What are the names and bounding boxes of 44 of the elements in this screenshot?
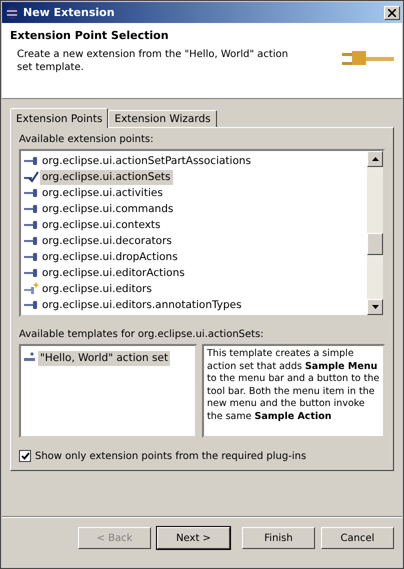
plug-star-icon (23, 282, 39, 296)
plug-icon (23, 268, 39, 278)
template-description: This template creates a simple action set that adds Sample Menu to the menu bar and a button to the tool bar. Both the menu item in the new menu and the button invoke the same Sample Action (202, 344, 385, 438)
page-title: Extension Point Selection (10, 29, 170, 42)
list-item[interactable]: "Hello, World" action set (38, 350, 170, 366)
list-item[interactable]: org.eclipse.ui.editors.annotationTypes (40, 298, 244, 312)
tab[interactable]: Extension Wizards (108, 110, 217, 127)
dialog-button[interactable]: Next > (157, 527, 230, 549)
section-label: Available templates for org.eclipse.ui.actionSets: (19, 329, 265, 340)
list-item[interactable]: org.eclipse.ui.editorActions (40, 266, 187, 280)
page-description: Create a new extension from the "Hello, World" action set template. (16, 48, 290, 74)
close-icon (388, 8, 396, 16)
section-label: Available extension points: (19, 134, 154, 145)
list-item[interactable]: org.eclipse.ui.activities (40, 186, 165, 200)
plug-icon (342, 51, 394, 65)
plug-icon (23, 204, 39, 214)
app-icon (5, 6, 19, 20)
scroll-thumb[interactable] (367, 233, 383, 255)
tab[interactable]: Extension Points (10, 108, 108, 128)
list-item[interactable]: org.eclipse.ui.decorators (40, 234, 174, 248)
dialog-button[interactable]: Finish (242, 527, 315, 549)
scroll-up-button[interactable] (367, 151, 383, 167)
down-arrow-icon (372, 305, 378, 309)
plug-icon (23, 156, 39, 166)
checkbox-label: Show only extension points from the required plug-ins (35, 450, 306, 462)
window-title: New Extension (23, 6, 116, 19)
list-item[interactable]: org.eclipse.ui.commands (40, 202, 176, 216)
checkbox[interactable] (19, 450, 31, 462)
plug-icon (23, 252, 39, 262)
plug-icon (23, 300, 39, 310)
up-arrow-icon (372, 157, 378, 161)
list-item[interactable]: org.eclipse.ui.actionSets (40, 170, 173, 184)
list-item[interactable]: org.eclipse.ui.contexts (40, 218, 163, 232)
plug-icon (23, 220, 39, 230)
scrollbar[interactable] (367, 151, 383, 315)
list-item[interactable]: org.eclipse.ui.dropActions (40, 250, 180, 264)
list-item[interactable]: org.eclipse.ui.editors (40, 282, 154, 296)
dialog-button[interactable]: Cancel (321, 527, 394, 549)
close-button[interactable] (384, 6, 400, 20)
plug-check-icon (23, 171, 39, 183)
scroll-down-button[interactable] (367, 299, 383, 315)
plug-icon (23, 236, 39, 246)
list-item[interactable]: org.eclipse.ui.actionSetPartAssociations (40, 154, 254, 168)
plug-icon (23, 188, 39, 198)
